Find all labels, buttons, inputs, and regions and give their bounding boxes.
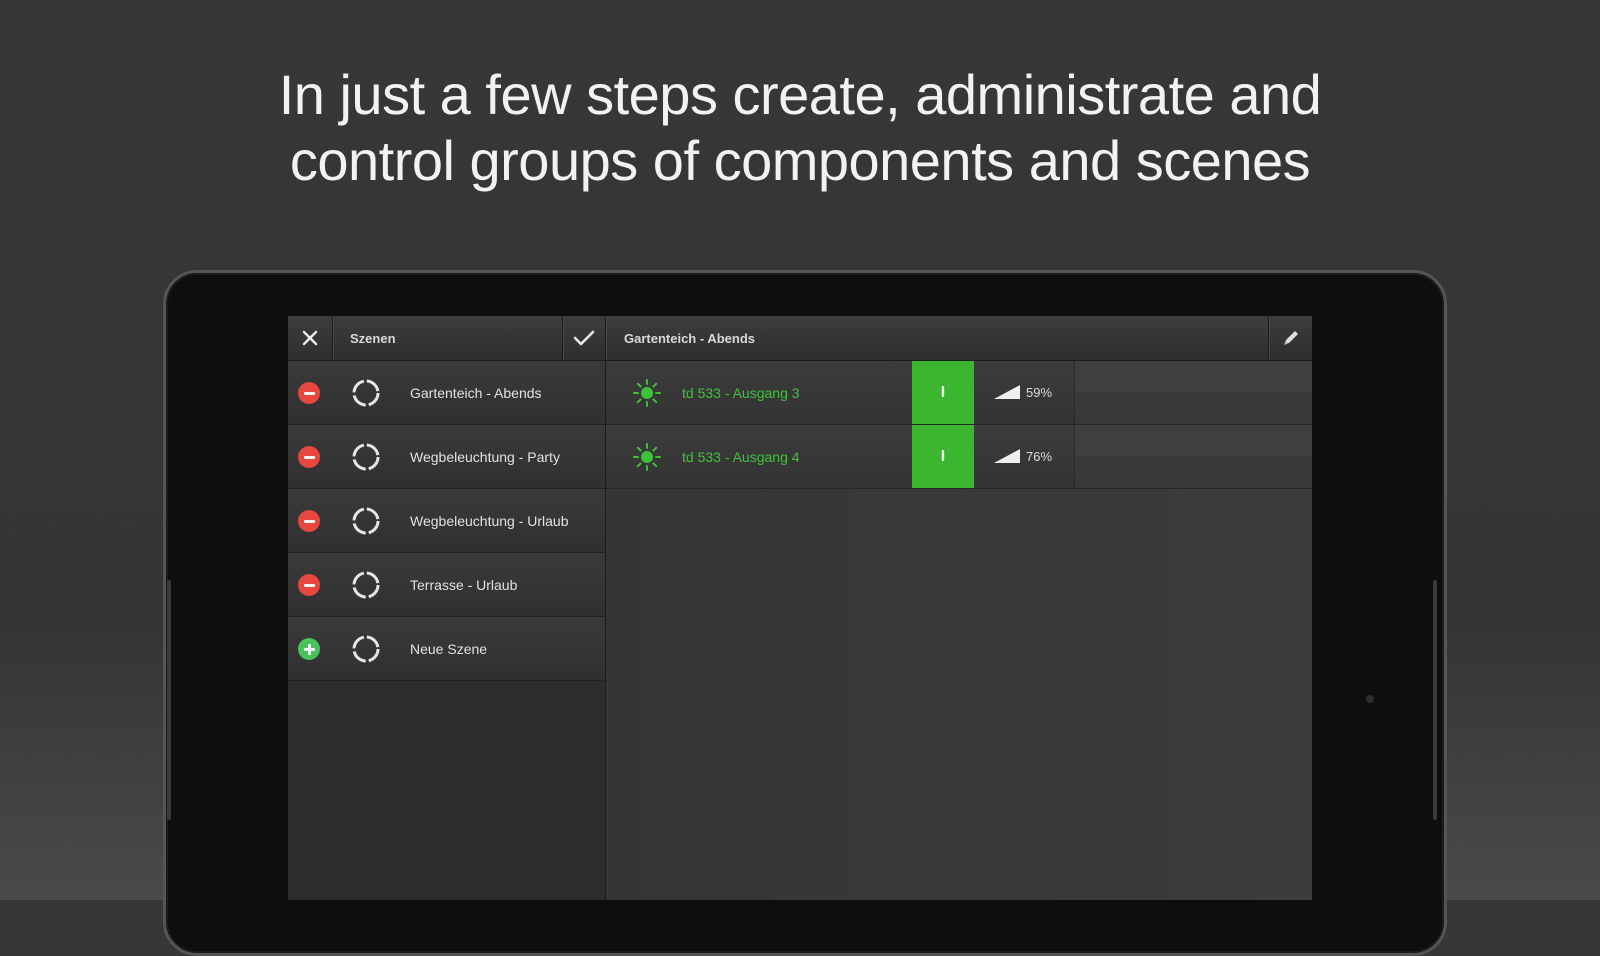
remove-scene-button[interactable]: [298, 382, 320, 404]
close-icon: [302, 330, 318, 346]
scenes-panel-title: Szenen: [350, 316, 396, 360]
remove-scene-button[interactable]: [298, 446, 320, 468]
tablet-side-button-right: [1433, 580, 1437, 820]
tablet-camera: [1366, 695, 1374, 703]
remove-scene-button[interactable]: [298, 574, 320, 596]
scene-refresh-icon: [352, 443, 380, 471]
scene-detail-title-text: Gartenteich - Abends: [624, 330, 755, 346]
component-extra-area: [1074, 361, 1312, 424]
list-item[interactable]: Terrasse - Urlaub: [288, 553, 605, 617]
headline-line-1: In just a few steps create, administrate…: [278, 63, 1322, 126]
component-extra-area: [1074, 425, 1312, 488]
app-screen: Szenen Gartenteich - Abends Gartenteich …: [288, 316, 1312, 900]
dimmer-value: 59%: [1026, 385, 1053, 400]
dimmer-value: 76%: [1026, 449, 1053, 464]
scene-refresh-icon: [352, 635, 380, 663]
scene-refresh-icon: [352, 379, 380, 407]
confirm-button[interactable]: [563, 316, 605, 360]
scene-refresh-icon: [352, 507, 380, 535]
dimmer-control[interactable]: 76%: [974, 425, 1074, 488]
close-button[interactable]: [288, 316, 332, 360]
tablet-side-button-left: [167, 580, 171, 820]
list-item[interactable]: Wegbeleuchtung - Party: [288, 425, 605, 489]
top-toolbar: Szenen Gartenteich - Abends: [288, 316, 1312, 361]
switch-state: I: [940, 383, 946, 401]
switch-state: I: [940, 447, 946, 465]
on-off-switch[interactable]: I: [912, 361, 974, 424]
remove-scene-button[interactable]: [298, 510, 320, 532]
list-item[interactable]: Wegbeleuchtung - Urlaub: [288, 489, 605, 553]
scene-label: Wegbeleuchtung - Urlaub: [410, 512, 569, 529]
headline-line-2: control groups of components and scenes: [289, 129, 1311, 192]
toolbar-separator: [605, 316, 606, 360]
list-item[interactable]: Gartenteich - Abends: [288, 361, 605, 425]
scenes-title-text: Szenen: [350, 330, 396, 346]
table-row[interactable]: td 533 - Ausgang 4 I 76%: [606, 425, 1312, 489]
scene-label: Gartenteich - Abends: [410, 384, 542, 401]
dimmer-control[interactable]: 59%: [974, 361, 1074, 424]
light-bulb-icon: [633, 443, 661, 471]
scene-label: Wegbeleuchtung - Party: [410, 448, 560, 465]
edit-button[interactable]: [1269, 316, 1312, 360]
dimmer-ramp-icon: [994, 385, 1020, 399]
headline: In just a few steps create, administrate…: [0, 62, 1600, 194]
toolbar-separator: [332, 316, 333, 360]
on-off-switch[interactable]: I: [912, 425, 974, 488]
list-item[interactable]: Neue Szene: [288, 617, 605, 681]
component-label: td 533 - Ausgang 4: [682, 448, 800, 465]
scene-detail-title: Gartenteich - Abends: [624, 316, 755, 360]
scene-refresh-icon: [352, 571, 380, 599]
component-label: td 533 - Ausgang 3: [682, 384, 800, 401]
table-row[interactable]: td 533 - Ausgang 3 I 59%: [606, 361, 1312, 425]
dimmer-ramp-icon: [994, 449, 1020, 463]
pencil-icon: [1283, 331, 1298, 345]
checkmark-icon: [573, 330, 595, 346]
light-bulb-icon: [633, 379, 661, 407]
scene-label: Terrasse - Urlaub: [410, 576, 518, 593]
scenes-list: Gartenteich - Abends Wegbeleuchtung - Pa…: [288, 361, 606, 900]
scene-label: Neue Szene: [410, 640, 488, 657]
add-scene-button[interactable]: [298, 638, 320, 660]
scene-components-panel: td 533 - Ausgang 3 I 59% td 533 - Ausgan…: [606, 361, 1312, 900]
